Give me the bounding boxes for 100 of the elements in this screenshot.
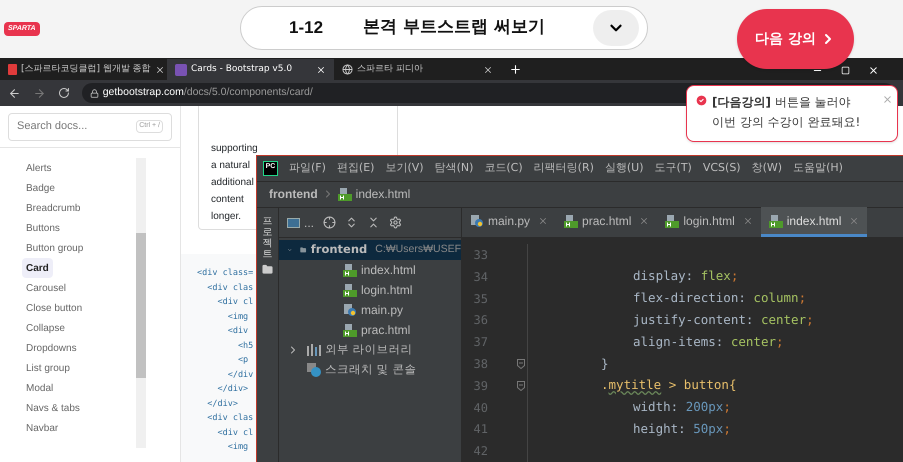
close-icon xyxy=(154,64,165,74)
lecture-title-pill[interactable]: 1-12 본격 부트스트랩 써보기 xyxy=(240,6,648,50)
line-number: 42 xyxy=(472,443,488,460)
docs-nav-link[interactable]: Alerts xyxy=(22,158,56,178)
html-file-icon xyxy=(343,283,357,298)
editor-tab[interactable]: login.html xyxy=(657,207,761,238)
tree-label: main.py xyxy=(361,302,404,320)
tab-label: prac.html xyxy=(582,212,632,230)
tree-label: 외부 라이브러리 xyxy=(325,341,413,358)
code-line: flex-direction: column; xyxy=(633,289,806,308)
code-line: <img xyxy=(226,310,248,324)
python-file-icon xyxy=(470,214,484,228)
tree-row[interactable]: main.py xyxy=(279,300,461,320)
code-line: <div xyxy=(226,325,248,338)
next-lecture-button[interactable]: 다음 강의 xyxy=(737,9,854,69)
docs-nav-link[interactable]: Card xyxy=(22,258,53,278)
close-icon xyxy=(538,216,548,226)
breadcrumb-project[interactable]: frontend xyxy=(269,185,318,204)
menu-item[interactable]: 도구(T) xyxy=(654,160,692,177)
html-file-icon xyxy=(768,214,783,228)
line-number: 33 xyxy=(472,246,488,264)
folder-path: C:₩Users₩USEF xyxy=(375,242,461,258)
back-icon xyxy=(8,86,21,100)
line-number: 37 xyxy=(472,334,488,352)
tab-title: [스파르타코딩클럽] 웹개발 종합 xyxy=(21,62,151,76)
docs-nav-link[interactable]: Close button xyxy=(22,298,86,318)
menu-item[interactable]: 탐색(N) xyxy=(434,160,474,177)
browser-tab[interactable]: 스파르타 피디아 xyxy=(334,59,501,80)
locate-icon xyxy=(323,216,336,230)
scrollbar[interactable] xyxy=(136,158,146,448)
docs-nav-link[interactable]: Buttons xyxy=(22,218,64,238)
line-number: 41 xyxy=(472,421,488,438)
lecture-title: 본격 부트스트랩 써보기 xyxy=(363,16,545,40)
html-file-icon xyxy=(665,214,680,228)
python-file-icon xyxy=(343,303,357,318)
docs-nav-link[interactable]: Carousel xyxy=(22,278,70,298)
tree-row[interactable]: 스크래치 및 콘솔 xyxy=(279,360,461,380)
docs-nav-link[interactable]: Button group xyxy=(22,238,88,258)
code-line: <div clas xyxy=(206,282,254,294)
new-tab-icon xyxy=(509,63,522,76)
menu-item[interactable]: 도움말(H) xyxy=(793,160,843,177)
tab-title: Cards - Bootstrap v5.0 xyxy=(191,62,292,76)
view-dropdown[interactable]: ... xyxy=(287,214,314,232)
docs-nav-link[interactable]: Dropdowns xyxy=(22,338,81,358)
docs-nav-link[interactable]: Collapse xyxy=(22,318,69,338)
project-tool-tab[interactable]: 프로젝트 xyxy=(262,216,272,260)
url-text: getbootstrap.com/docs/5.0/components/card/ xyxy=(102,85,313,100)
breadcrumb-file[interactable]: index.html xyxy=(356,185,410,204)
code-line: </div> xyxy=(206,398,238,410)
tree-row[interactable]: login.html xyxy=(279,280,461,300)
maximize-icon xyxy=(841,66,850,75)
line-number: 40 xyxy=(472,400,488,416)
code-line: <img xyxy=(226,441,248,454)
close-icon xyxy=(868,65,879,76)
docs-nav-link[interactable]: Navbar xyxy=(22,418,62,438)
code-editor[interactable]: 33 34 display: flex; 35 flex-direction: column; 36 justify-content: center; 37 align-items: center; 38 } 39 .mytitle > button{ 40 width: 200px; 41 height: 50px; 42 xyxy=(462,238,903,462)
code-line: <div class= xyxy=(197,267,254,280)
browser-tab[interactable]: [스파르타코딩클럽] 웹개발 종합 xyxy=(0,59,167,80)
code-line: } xyxy=(601,354,609,373)
tab-label: login.html xyxy=(683,212,735,230)
fold-marker-icon[interactable] xyxy=(517,358,525,369)
folder-icon xyxy=(262,264,273,276)
editor-tab[interactable]: prac.html xyxy=(556,207,658,238)
line-number: 38 xyxy=(472,356,488,373)
line-number: 36 xyxy=(472,312,488,330)
menu-item[interactable]: 편집(E) xyxy=(336,160,374,177)
code-line: <h5 xyxy=(236,340,254,352)
card-text-line: content xyxy=(211,193,244,207)
search-placeholder: Search docs... xyxy=(17,119,88,134)
close-icon xyxy=(849,216,860,226)
browser-tab[interactable]: Cards - Bootstrap v5.0 xyxy=(167,59,334,80)
menu-item[interactable]: 코드(C) xyxy=(484,160,523,177)
card-text-line: longer. xyxy=(211,210,242,224)
editor-tab[interactable]: main.py xyxy=(462,207,556,238)
menu-item[interactable]: 실행(U) xyxy=(604,160,644,177)
docs-nav-link[interactable]: Navs & tabs xyxy=(22,398,84,418)
menu-item[interactable]: 리팩터링(R) xyxy=(534,160,594,177)
close-icon xyxy=(742,216,753,226)
tree-row[interactable]: index.html xyxy=(279,260,461,280)
menu-item[interactable]: 파일(F) xyxy=(289,160,326,177)
tree-row[interactable]: 외부 라이브러리 xyxy=(279,340,461,360)
docs-nav-link[interactable]: Badge xyxy=(22,178,59,198)
docs-nav-link[interactable]: Breadcrumb xyxy=(22,198,84,218)
tree-label: login.html xyxy=(361,282,412,300)
menu-item[interactable]: VCS(S) xyxy=(702,160,741,177)
fold-marker-icon[interactable] xyxy=(517,380,525,391)
code-line: <div clas xyxy=(206,412,254,425)
code-line: </div xyxy=(226,368,254,382)
tree-row[interactable]: prac.html xyxy=(279,320,461,340)
globe-icon xyxy=(342,64,353,75)
lock-icon xyxy=(90,88,99,98)
menu-item[interactable]: 창(W) xyxy=(752,160,782,177)
docs-nav-link[interactable]: Modal xyxy=(22,378,58,398)
code-line: </div> xyxy=(216,383,248,396)
code-line: display: flex; xyxy=(633,267,738,286)
docs-nav-link[interactable]: List group xyxy=(22,358,74,378)
settings-icon xyxy=(389,216,402,230)
tree-row[interactable]: frontend C:₩Users₩USEF xyxy=(279,240,461,260)
editor-tab[interactable]: index.html xyxy=(760,207,868,238)
menu-item[interactable]: 보기(V) xyxy=(385,160,424,177)
